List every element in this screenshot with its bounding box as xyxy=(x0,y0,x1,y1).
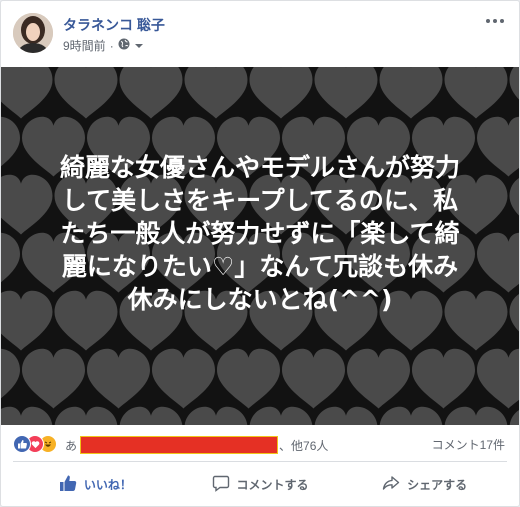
comment-label: コメントする xyxy=(236,477,309,492)
share-arrow-icon xyxy=(382,474,400,495)
reactor-prefix: あ xyxy=(65,438,78,453)
post-image[interactable]: 綺麗な女優さんやモデルさんが努力 して美しさをキープしてるのに、私 たち一般人が… xyxy=(1,67,519,425)
comment-bubble-icon xyxy=(212,474,230,495)
like-icon xyxy=(13,435,31,453)
reactor-suffix: 、他76人 xyxy=(279,438,329,453)
like-label: いいね！ xyxy=(83,477,132,492)
reaction-icons[interactable] xyxy=(13,435,67,453)
share-button[interactable]: シェアする xyxy=(342,463,507,505)
share-label: シェアする xyxy=(407,477,468,492)
divider xyxy=(13,461,507,462)
reactions-bar: あ 、他76人 コメント17件 xyxy=(1,425,519,461)
quote-line: 麗になりたい♡」なんて冗談も休み xyxy=(61,252,459,281)
comment-button[interactable]: コメントする xyxy=(178,463,343,505)
thumbs-up-icon xyxy=(59,474,77,495)
chevron-down-icon[interactable] xyxy=(134,39,144,53)
quote-text: 綺麗な女優さんやモデルさんが努力 して美しさをキープしてるのに、私 たち一般人が… xyxy=(21,151,499,316)
author-name[interactable]: タラネンコ 聡子 xyxy=(63,15,165,35)
comment-count[interactable]: コメント17件 xyxy=(432,436,505,453)
globe-icon xyxy=(118,38,130,53)
reactors-text[interactable]: あ 、他76人 xyxy=(65,436,328,454)
more-dots-icon[interactable] xyxy=(483,13,507,29)
action-bar: いいね！ コメントする シェアする xyxy=(13,463,507,505)
quote-line: して美しさをキープしてるのに、私 xyxy=(61,186,459,215)
post-header: タラネンコ 聡子 9時間前 · xyxy=(1,1,519,67)
avatar[interactable] xyxy=(13,13,53,53)
like-button[interactable]: いいね！ xyxy=(13,463,178,505)
redaction-bar xyxy=(80,436,279,454)
quote-line: 休みにしないとね(^^) xyxy=(127,285,393,314)
timestamp[interactable]: 9時間前 xyxy=(63,37,106,54)
quote-line: たち一般人が努力せずに「楽して綺 xyxy=(60,219,460,248)
quote-line: 綺麗な女優さんやモデルさんが努力 xyxy=(59,153,460,182)
post-meta: 9時間前 · xyxy=(63,37,144,54)
meta-separator: · xyxy=(109,38,114,53)
post-card: タラネンコ 聡子 9時間前 · 綺麗な女優さんやモデルさんが努力 して美しさをキ… xyxy=(0,0,520,507)
